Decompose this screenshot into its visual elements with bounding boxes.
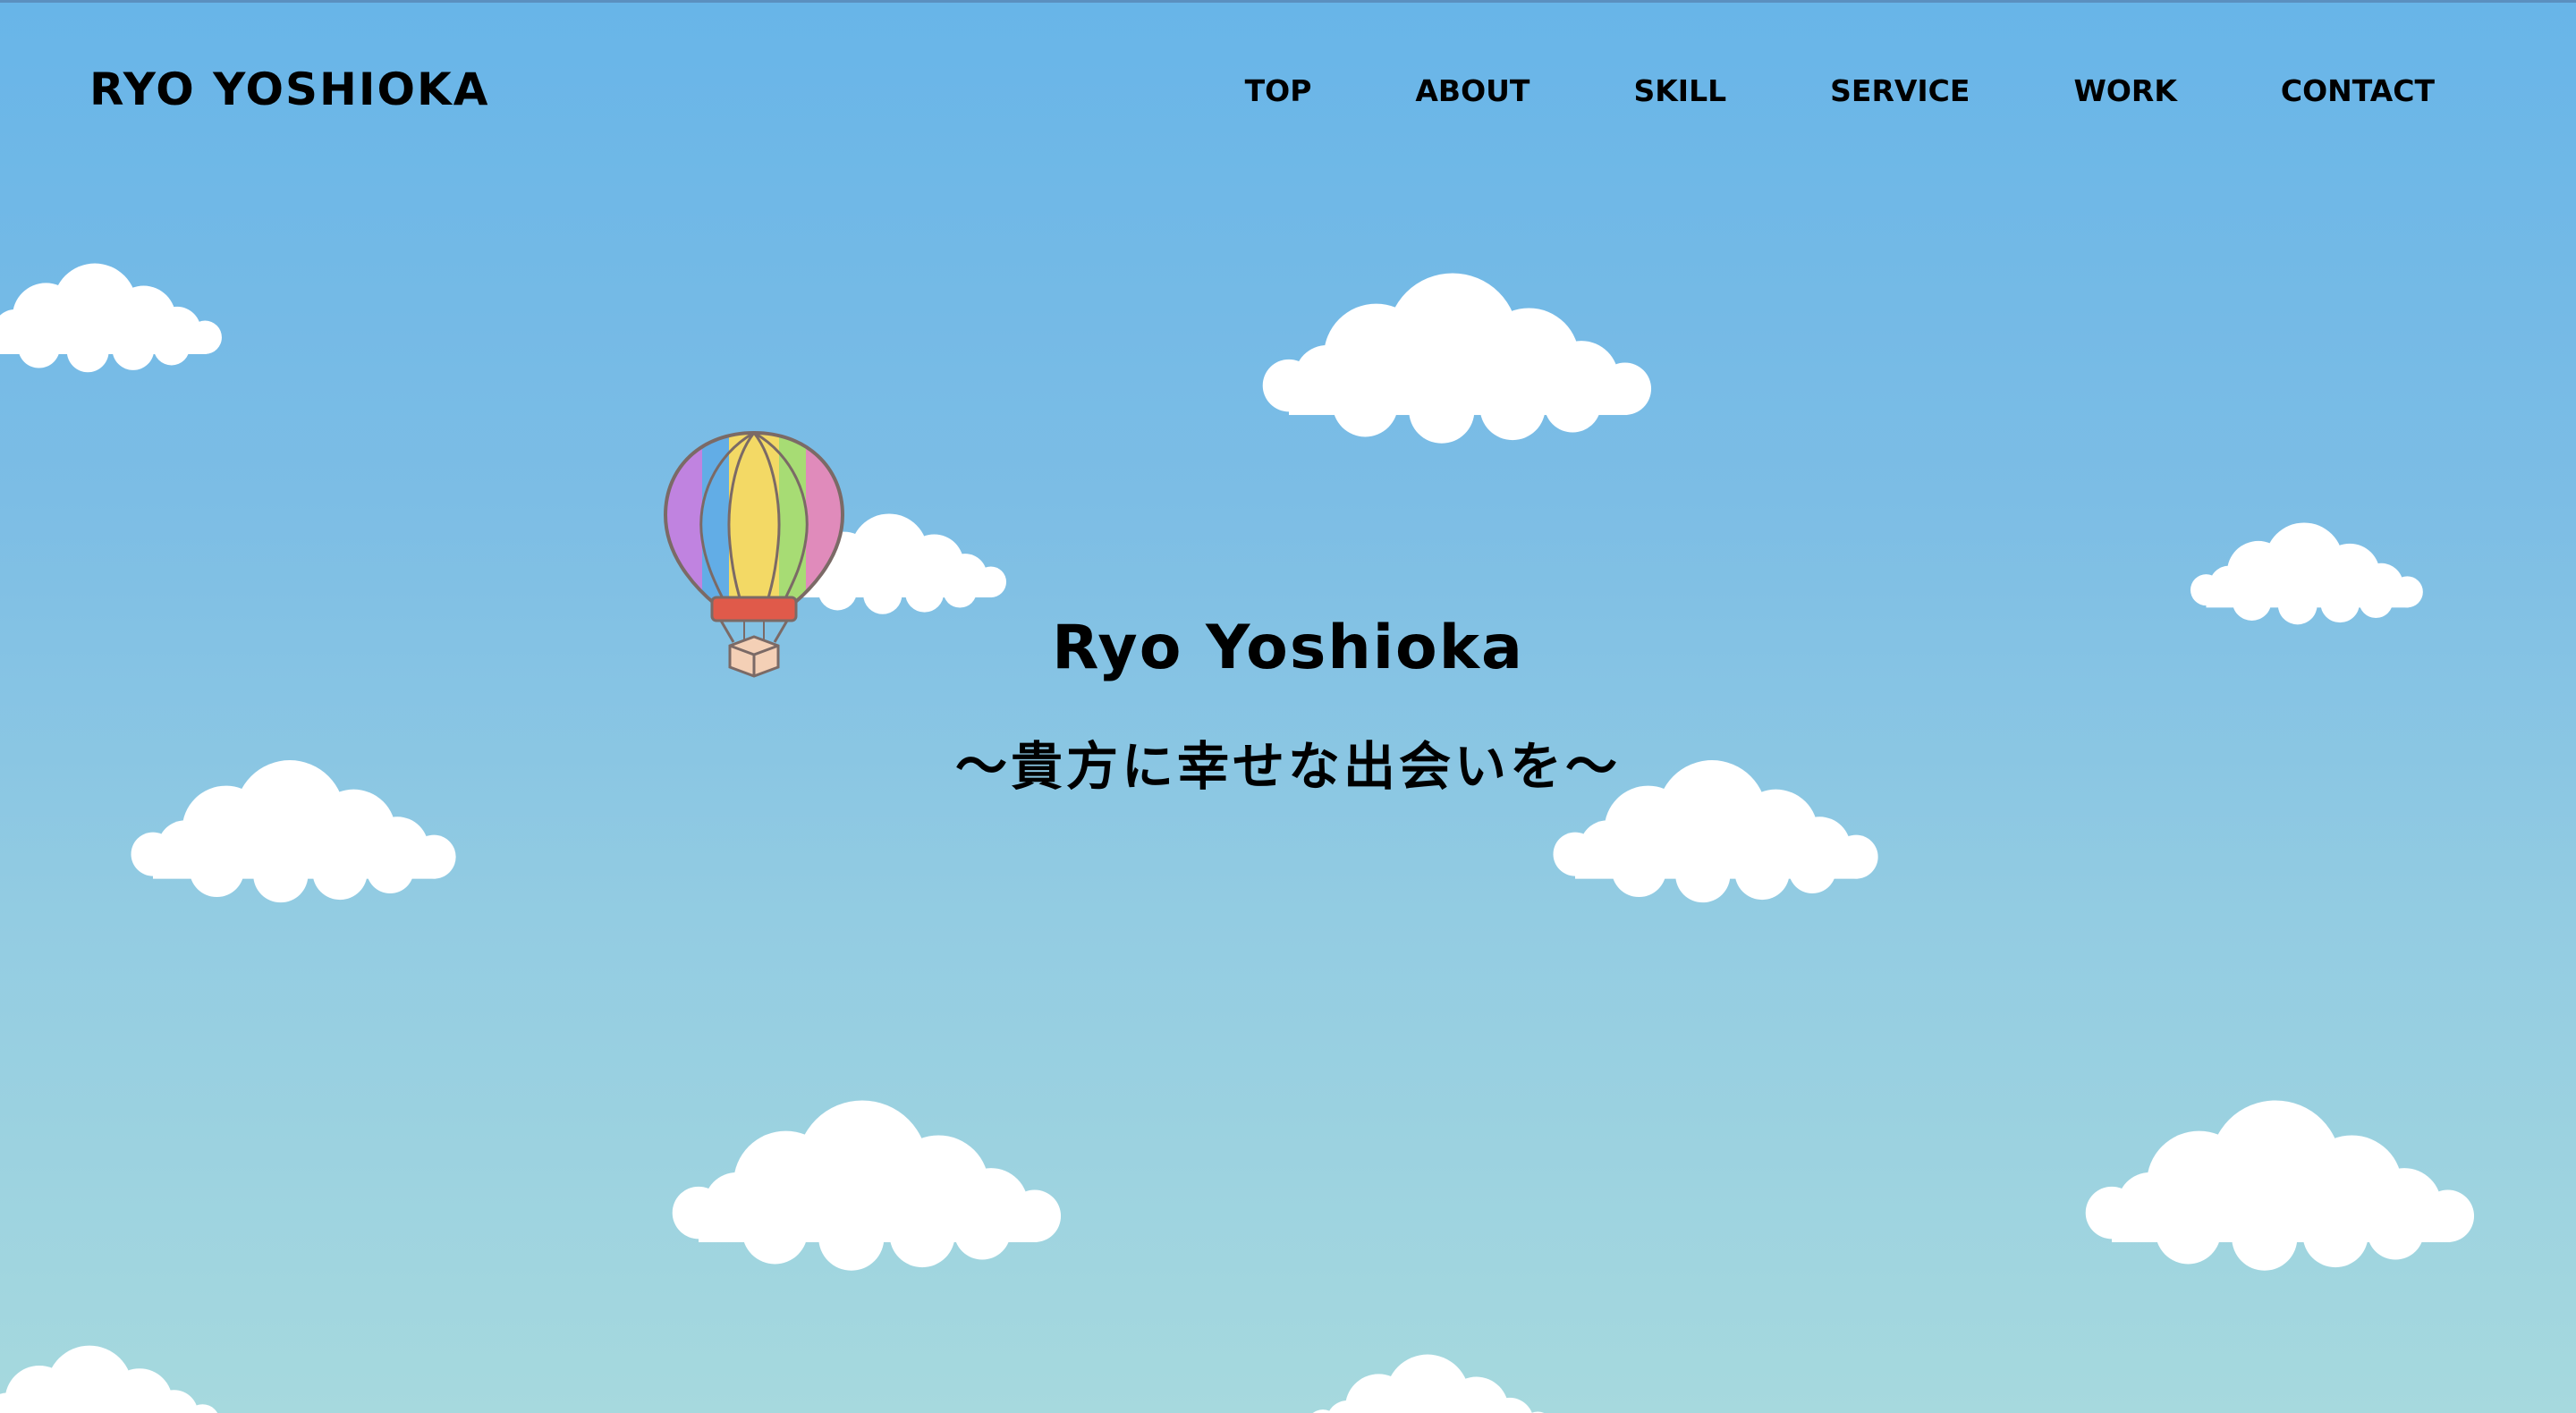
page: RYO YOSHIOKA TOP ABOUT SKILL SERVICE WOR… [0,0,2576,1413]
hero-tagline: 〜貴方に幸せな出会いを〜 [954,736,1621,797]
nav-service-link[interactable]: SERVICE [1830,76,1970,106]
cloud-icon [0,1345,220,1413]
cloud-icon [2085,1100,2475,1271]
cloud-icon [2190,522,2423,625]
nav-top-link[interactable]: TOP [1245,76,1312,106]
nav-contact-link[interactable]: CONTACT [2281,76,2435,106]
cloud-icon [1262,273,1652,444]
nav-work-link[interactable]: WORK [2073,76,2176,106]
cloud-icon [1306,1354,1555,1413]
nav-skill-link[interactable]: SKILL [1633,76,1726,106]
hero-title: Ryo Yoshioka [1052,613,1524,683]
cloud-icon [0,263,222,373]
nav-about-link[interactable]: ABOUT [1415,76,1530,106]
site-logo[interactable]: RYO YOSHIOKA [89,67,489,112]
cloud-icon [672,1100,1062,1271]
main-nav: TOP ABOUT SKILL SERVICE WORK CONTACT [1245,76,2435,106]
cloud-layer [0,263,2475,1413]
